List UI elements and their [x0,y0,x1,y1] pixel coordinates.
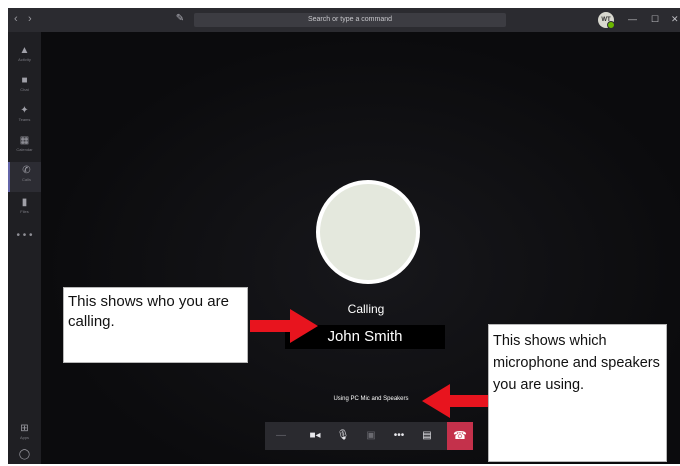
forward-button[interactable]: › [28,12,32,26]
annotation-audio-device: This shows which microphone and speakers… [488,324,667,462]
search-input[interactable]: Search or type a command [194,13,506,27]
call-controls: — ■◂ 🎙 ▣ ••• ▤ [265,422,473,450]
microphone-icon[interactable]: 🎙 [331,422,355,450]
rail-label-teams: Teams [18,117,31,122]
share-screen-icon[interactable]: ▣ [359,422,383,450]
annotation-arrow-callee [250,309,318,343]
annotation-who-calling: This shows who you are calling. [63,287,248,363]
presence-icon [607,21,615,29]
conversation-icon[interactable]: ▤ [415,422,439,450]
teams-icon: ✦ [20,105,29,116]
rail-item-files[interactable]: ▮ Files [8,194,41,224]
rail-item-help[interactable]: ◯ [8,446,41,464]
new-chat-icon[interactable]: ✎ [174,13,186,25]
annotation-arrow-device [422,384,488,418]
rail-item-calendar[interactable]: ▦ Calendar [8,132,41,162]
maximize-button[interactable]: ☐ [651,12,659,26]
close-button[interactable]: ✕ [671,12,679,26]
file-icon: ▮ [21,197,28,208]
rail-label-calendar: Calendar [16,147,33,152]
rail-label-activity: Activity [18,57,31,62]
apps-icon: ⊞ [20,423,29,434]
video-camera-icon[interactable]: ■◂ [303,422,327,450]
rail-item-calls[interactable]: ✆ Calls [8,162,43,192]
chat-icon: ■ [21,75,28,86]
help-icon: ◯ [18,449,31,460]
avatar[interactable]: WT [598,12,615,29]
more-options-icon[interactable]: ••• [387,422,411,450]
hang-up-icon: ☎ [453,430,467,442]
rail-label-files: Files [20,209,29,214]
more-apps-button[interactable]: • • • [8,230,41,241]
back-button[interactable]: ‹ [14,12,18,26]
minimize-button[interactable]: — [628,12,637,26]
calendar-icon: ▦ [19,135,30,146]
rail-item-activity[interactable]: ▲ Activity [8,42,41,72]
callee-avatar [316,180,420,284]
rail-item-chat[interactable]: ■ Chat [8,72,41,102]
call-timer-icon: — [276,430,286,441]
rail-label-calls: Calls [22,177,31,182]
phone-icon: ✆ [22,165,31,176]
rail-label-chat: Chat [20,87,29,92]
title-bar: ‹ › ✎ Search or type a command WT — ☐ ✕ [8,8,680,32]
hang-up-button[interactable]: ☎ [447,422,473,450]
app-bar: ▲ Activity ■ Chat ✦ Teams ▦ Calendar ✆ C… [8,32,43,464]
rail-label-apps: Apps [19,435,30,440]
rail-item-teams[interactable]: ✦ Teams [8,102,41,132]
bell-icon: ▲ [19,45,30,56]
